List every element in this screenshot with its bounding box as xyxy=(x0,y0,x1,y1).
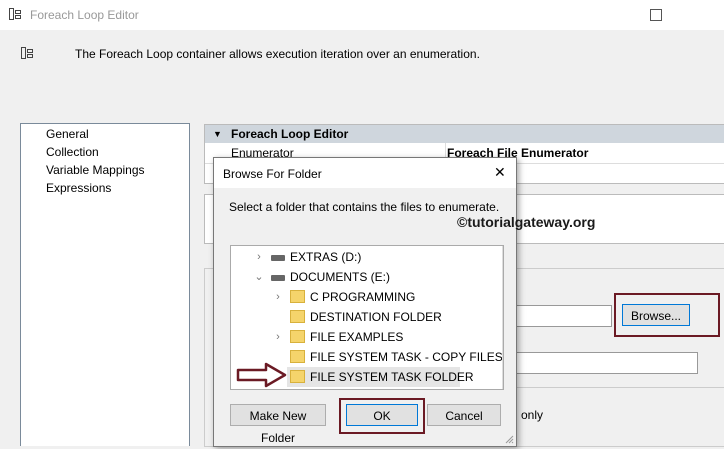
tree-item-destination-folder[interactable]: DESTINATION FOLDER xyxy=(231,307,502,327)
tree-item-documents[interactable]: ⌄ DOCUMENTS (E:) xyxy=(231,267,502,287)
nav-item-expressions[interactable]: Expressions xyxy=(46,181,111,195)
folder-icon xyxy=(290,310,305,323)
nav-item-collection[interactable]: Collection xyxy=(46,145,99,159)
resize-grip-icon[interactable] xyxy=(504,434,514,444)
folder-icon xyxy=(290,350,305,363)
chevron-right-icon[interactable]: › xyxy=(253,247,265,267)
retrieve-name-group xyxy=(515,387,724,447)
files-input[interactable] xyxy=(510,352,698,374)
nav-item-general[interactable]: General xyxy=(46,127,89,141)
name-only-label[interactable]: only xyxy=(521,408,543,422)
browse-button[interactable]: Browse... xyxy=(622,304,690,326)
app-icon xyxy=(9,8,21,20)
watermark: ©tutorialgateway.org xyxy=(457,214,596,230)
tree-item-extras[interactable]: › EXTRAS (D:) xyxy=(231,247,502,267)
folder-icon xyxy=(290,330,305,343)
foreach-loop-icon xyxy=(21,47,33,59)
chevron-down-icon[interactable]: ⌄ xyxy=(253,267,265,287)
collapse-icon[interactable]: ▼ xyxy=(213,129,222,139)
folder-input[interactable] xyxy=(510,305,612,327)
editor-nav: General Collection Variable Mappings Exp… xyxy=(20,123,190,446)
tree-item-file-examples[interactable]: › FILE EXAMPLES xyxy=(231,327,502,347)
browse-folder-dialog: Browse For Folder ✕ Select a folder that… xyxy=(213,157,595,447)
property-grid-header[interactable]: ▼ Foreach Loop Editor xyxy=(205,125,724,143)
dialog-title: Browse For Folder xyxy=(223,167,322,181)
tree-item-c-programming[interactable]: › C PROGRAMMING xyxy=(231,287,502,307)
editor-description: The Foreach Loop container allows execut… xyxy=(75,47,480,61)
chevron-right-icon[interactable]: › xyxy=(272,327,284,347)
folder-icon xyxy=(290,370,305,383)
tree-item-file-system-task-folder[interactable]: FILE SYSTEM TASK FOLDER xyxy=(287,367,474,387)
chevron-right-icon[interactable]: › xyxy=(272,287,284,307)
folder-icon xyxy=(290,290,305,303)
ok-button[interactable]: OK xyxy=(346,404,418,426)
dialog-titlebar: Browse For Folder ✕ xyxy=(214,158,516,188)
window-title: Foreach Loop Editor xyxy=(30,8,139,22)
dialog-instruction: Select a folder that contains the files … xyxy=(229,200,500,214)
drive-icon xyxy=(271,255,285,261)
make-new-folder-button[interactable]: Make New Folder xyxy=(230,404,326,445)
maximize-icon[interactable] xyxy=(650,9,662,21)
cancel-button[interactable]: Cancel xyxy=(427,404,501,426)
pointer-arrow-icon xyxy=(236,362,287,388)
drive-icon xyxy=(271,275,285,281)
nav-item-variable-mappings[interactable]: Variable Mappings xyxy=(46,163,145,177)
tree-scrollbar[interactable]: ▲ ▼ xyxy=(502,246,503,389)
close-icon[interactable]: ✕ xyxy=(494,165,506,179)
window-titlebar: Foreach Loop Editor xyxy=(0,0,724,30)
